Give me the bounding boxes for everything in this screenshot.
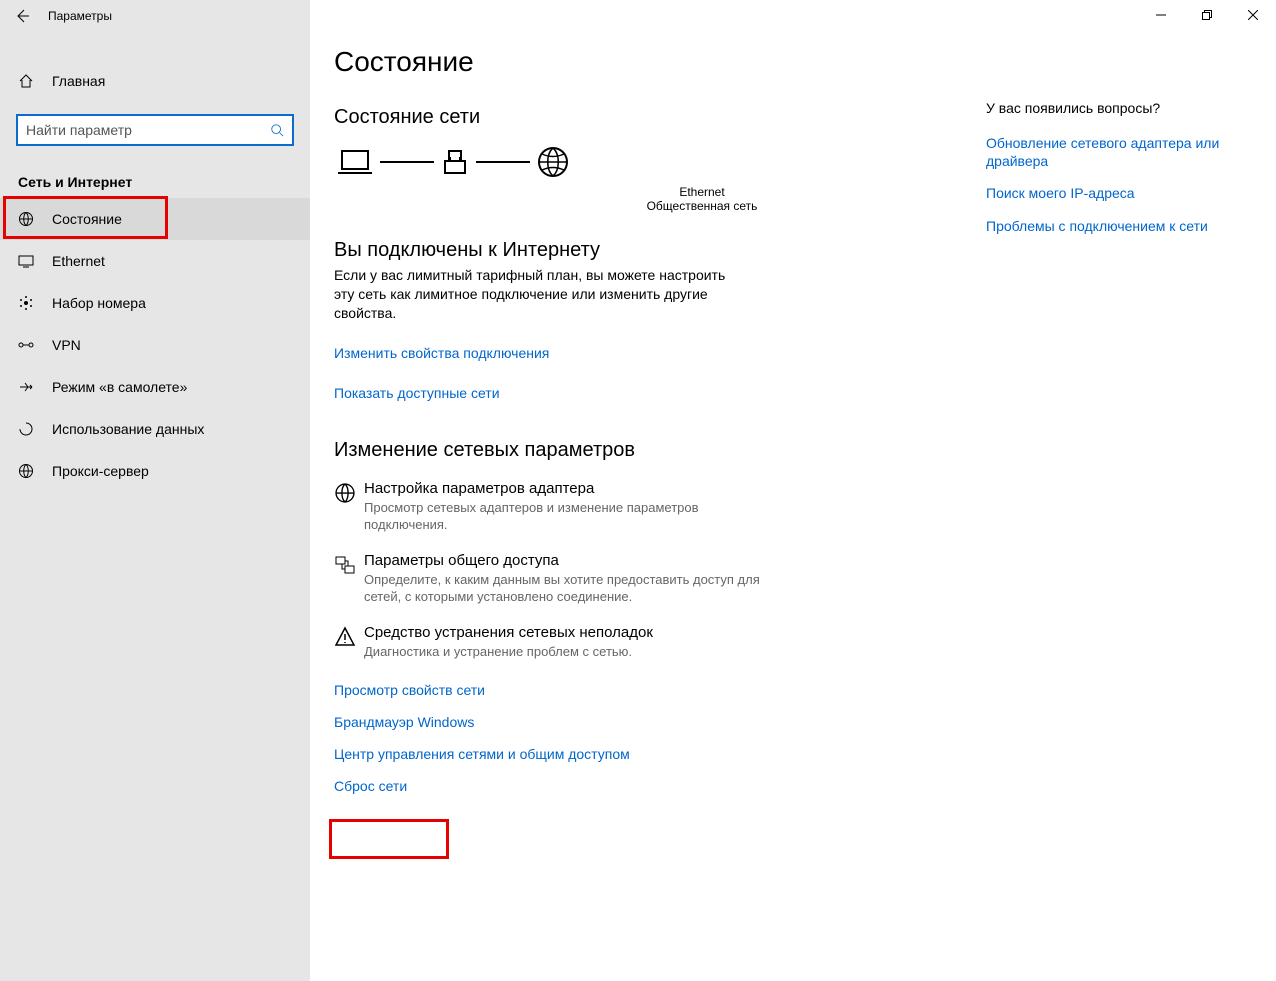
back-button[interactable] — [0, 0, 44, 32]
vpn-icon — [16, 337, 36, 353]
page-title: Состояние — [334, 46, 960, 78]
home-button[interactable]: Главная — [0, 60, 310, 102]
nav-label: Использование данных — [52, 421, 204, 437]
section-change-network-settings: Изменение сетевых параметров — [334, 439, 960, 462]
globe-icon — [16, 463, 36, 479]
search-box[interactable] — [16, 114, 294, 146]
main-content: Состояние Состояние сети Ethernet Общест… — [310, 0, 1276, 981]
arrow-left-icon — [14, 8, 30, 24]
titlebar: Параметры — [0, 0, 310, 32]
globe-icon — [16, 211, 36, 227]
data-icon — [16, 421, 36, 437]
connected-description: Если у вас лимитный тарифный план, вы мо… — [334, 266, 734, 323]
connection-line — [380, 161, 434, 163]
option-adapter-settings[interactable]: Настройка параметров адаптера Просмотр с… — [334, 480, 774, 534]
option-desc: Определите, к каким данным вы хотите пре… — [364, 571, 774, 606]
nav-item-dialup[interactable]: Набор номера — [0, 282, 310, 324]
router-icon — [440, 147, 470, 177]
diagram-labels: Ethernet Общественная сеть — [444, 185, 960, 213]
option-sharing[interactable]: Параметры общего доступа Определите, к к… — [334, 552, 774, 606]
option-title: Параметры общего доступа — [364, 552, 774, 569]
troubleshoot-icon — [334, 624, 364, 661]
help-link-connection-problems[interactable]: Проблемы с подключением к сети — [986, 217, 1236, 235]
nav-item-airplane[interactable]: Режим «в самолете» — [0, 366, 310, 408]
airplane-icon — [16, 379, 36, 395]
diagram-mid-label: Ethernet — [444, 185, 960, 199]
help-panel: У вас появились вопросы? Обновление сете… — [986, 100, 1236, 249]
globe-icon — [536, 145, 570, 179]
network-diagram — [336, 145, 960, 179]
monitor-icon — [16, 253, 36, 269]
nav-item-data-usage[interactable]: Использование данных — [0, 408, 310, 450]
dial-icon — [16, 295, 36, 311]
search-input[interactable] — [26, 122, 270, 138]
window-title: Параметры — [48, 9, 112, 23]
nav-label: Ethernet — [52, 253, 105, 269]
help-question: У вас появились вопросы? — [986, 100, 1236, 116]
nav-item-vpn[interactable]: VPN — [0, 324, 310, 366]
close-button[interactable] — [1230, 0, 1276, 30]
link-view-network-properties[interactable]: Просмотр свойств сети — [334, 682, 485, 698]
option-troubleshoot[interactable]: Средство устранения сетевых неполадок Ди… — [334, 624, 774, 661]
link-network-sharing-center[interactable]: Центр управления сетями и общим доступом — [334, 746, 630, 762]
link-change-connection-props[interactable]: Изменить свойства подключения — [334, 345, 549, 361]
maximize-button[interactable] — [1184, 0, 1230, 30]
section-network-status: Состояние сети — [334, 106, 960, 129]
nav-label: Режим «в самолете» — [52, 379, 187, 395]
connected-title: Вы подключены к Интернету — [334, 239, 960, 262]
nav-item-status[interactable]: Состояние — [0, 198, 310, 240]
nav-label: VPN — [52, 337, 81, 353]
option-title: Настройка параметров адаптера — [364, 480, 774, 497]
option-title: Средство устранения сетевых неполадок — [364, 624, 653, 641]
diagram-mid-sub: Общественная сеть — [444, 199, 960, 213]
link-network-reset[interactable]: Сброс сети — [334, 778, 407, 794]
window-controls — [1138, 0, 1276, 30]
home-label: Главная — [52, 73, 105, 89]
minimize-button[interactable] — [1138, 0, 1184, 30]
search-icon — [270, 123, 284, 137]
home-icon — [16, 73, 36, 89]
share-icon — [334, 552, 364, 606]
laptop-icon — [336, 147, 374, 177]
sidebar: Параметры Главная Сеть и Интернет Состоя… — [0, 0, 310, 981]
globe-icon — [334, 480, 364, 534]
link-show-available-networks[interactable]: Показать доступные сети — [334, 385, 500, 401]
help-link-find-ip[interactable]: Поиск моего IP-адреса — [986, 184, 1236, 202]
connection-line — [476, 161, 530, 163]
option-desc: Диагностика и устранение проблем с сетью… — [364, 643, 653, 661]
category-header: Сеть и Интернет — [18, 174, 310, 190]
nav-item-ethernet[interactable]: Ethernet — [0, 240, 310, 282]
nav-label: Состояние — [52, 211, 122, 227]
nav-label: Набор номера — [52, 295, 146, 311]
option-desc: Просмотр сетевых адаптеров и изменение п… — [364, 499, 774, 534]
help-link-update-adapter[interactable]: Обновление сетевого адаптера или драйвер… — [986, 134, 1236, 170]
link-windows-firewall[interactable]: Брандмауэр Windows — [334, 714, 474, 730]
nav-label: Прокси-сервер — [52, 463, 149, 479]
nav-item-proxy[interactable]: Прокси-сервер — [0, 450, 310, 492]
